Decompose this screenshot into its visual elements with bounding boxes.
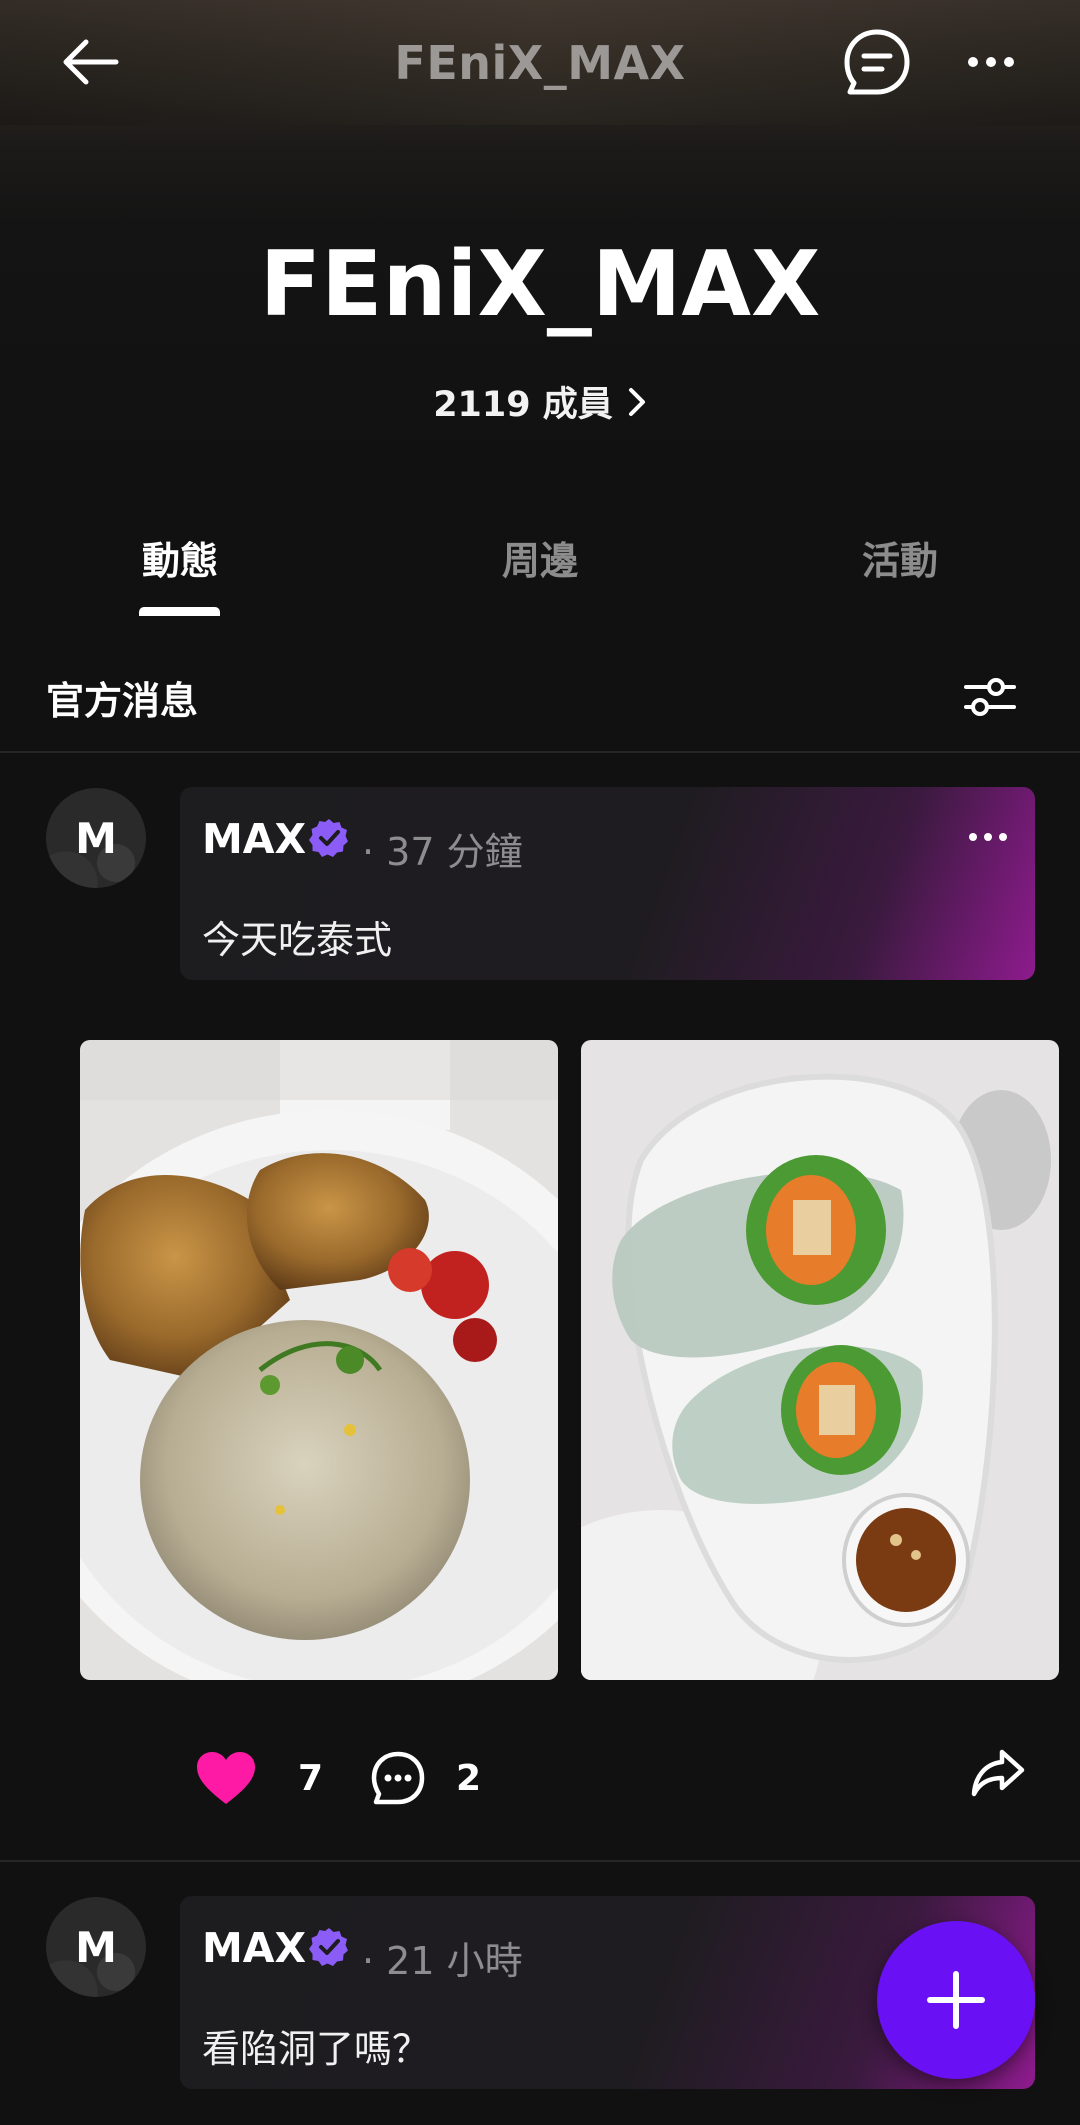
post-time: · 21 小時 <box>362 1939 523 1983</box>
avatar[interactable]: M <box>46 788 146 888</box>
section-title: 官方消息 <box>46 679 199 723</box>
plus-icon <box>927 1971 985 2029</box>
avatar[interactable]: M <box>46 1897 146 1997</box>
chat-bubble-icon <box>844 29 910 95</box>
tab-feed[interactable]: 動態 <box>30 530 330 585</box>
post-actions: 7 2 <box>0 1740 1080 1820</box>
post-text: 今天吃泰式 <box>202 918 393 962</box>
chevron-right-icon <box>628 387 645 416</box>
like-count: 7 <box>298 1758 324 1799</box>
comment-icon <box>371 1751 425 1805</box>
tab-merch[interactable]: 周邊 <box>390 530 690 585</box>
post-bubble: MAX · 37 分鐘 今天吃泰式 <box>180 787 1035 980</box>
active-tab-indicator <box>139 607 220 616</box>
post-author[interactable]: MAX <box>202 1924 306 1972</box>
members-link[interactable]: 2119 成員 <box>0 376 1080 427</box>
post-time: · 37 分鐘 <box>362 830 523 874</box>
post-divider <box>0 1860 1080 1862</box>
post-text: 看陷洞了嗎？ <box>202 2027 431 2071</box>
more-horizontal-icon <box>968 57 1014 67</box>
chicken-fried-rice-photo <box>80 1040 558 1680</box>
members-count: 2119 成員 <box>433 385 613 425</box>
more-horizontal-icon <box>969 833 1007 841</box>
post-photo-2[interactable] <box>581 1040 1059 1680</box>
more-options-button[interactable] <box>955 20 1027 104</box>
filter-button[interactable] <box>950 662 1030 732</box>
create-post-button[interactable] <box>877 1921 1035 2079</box>
top-bar: FEniX_MAX <box>0 0 1080 125</box>
tab-events[interactable]: 活動 <box>750 530 1050 585</box>
like-button[interactable] <box>195 1750 265 1810</box>
spring-rolls-photo <box>581 1040 1059 1680</box>
share-button[interactable] <box>970 1748 1034 1812</box>
section-row: 官方消息 <box>0 650 1080 750</box>
verified-badge-icon <box>309 819 348 857</box>
heart-icon <box>197 1752 255 1804</box>
group-name: FEniX_MAX <box>259 232 821 337</box>
comment-button[interactable] <box>370 1750 432 1812</box>
post-author[interactable]: MAX <box>202 815 306 863</box>
comment-count: 2 <box>456 1758 482 1799</box>
post-photo-1[interactable] <box>80 1040 558 1680</box>
share-icon <box>971 1749 1025 1797</box>
sliders-icon <box>964 678 1016 716</box>
section-divider <box>0 751 1080 753</box>
post-more-button[interactable] <box>963 817 1013 857</box>
verified-badge-icon <box>309 1928 348 1966</box>
chat-button[interactable] <box>830 20 924 104</box>
